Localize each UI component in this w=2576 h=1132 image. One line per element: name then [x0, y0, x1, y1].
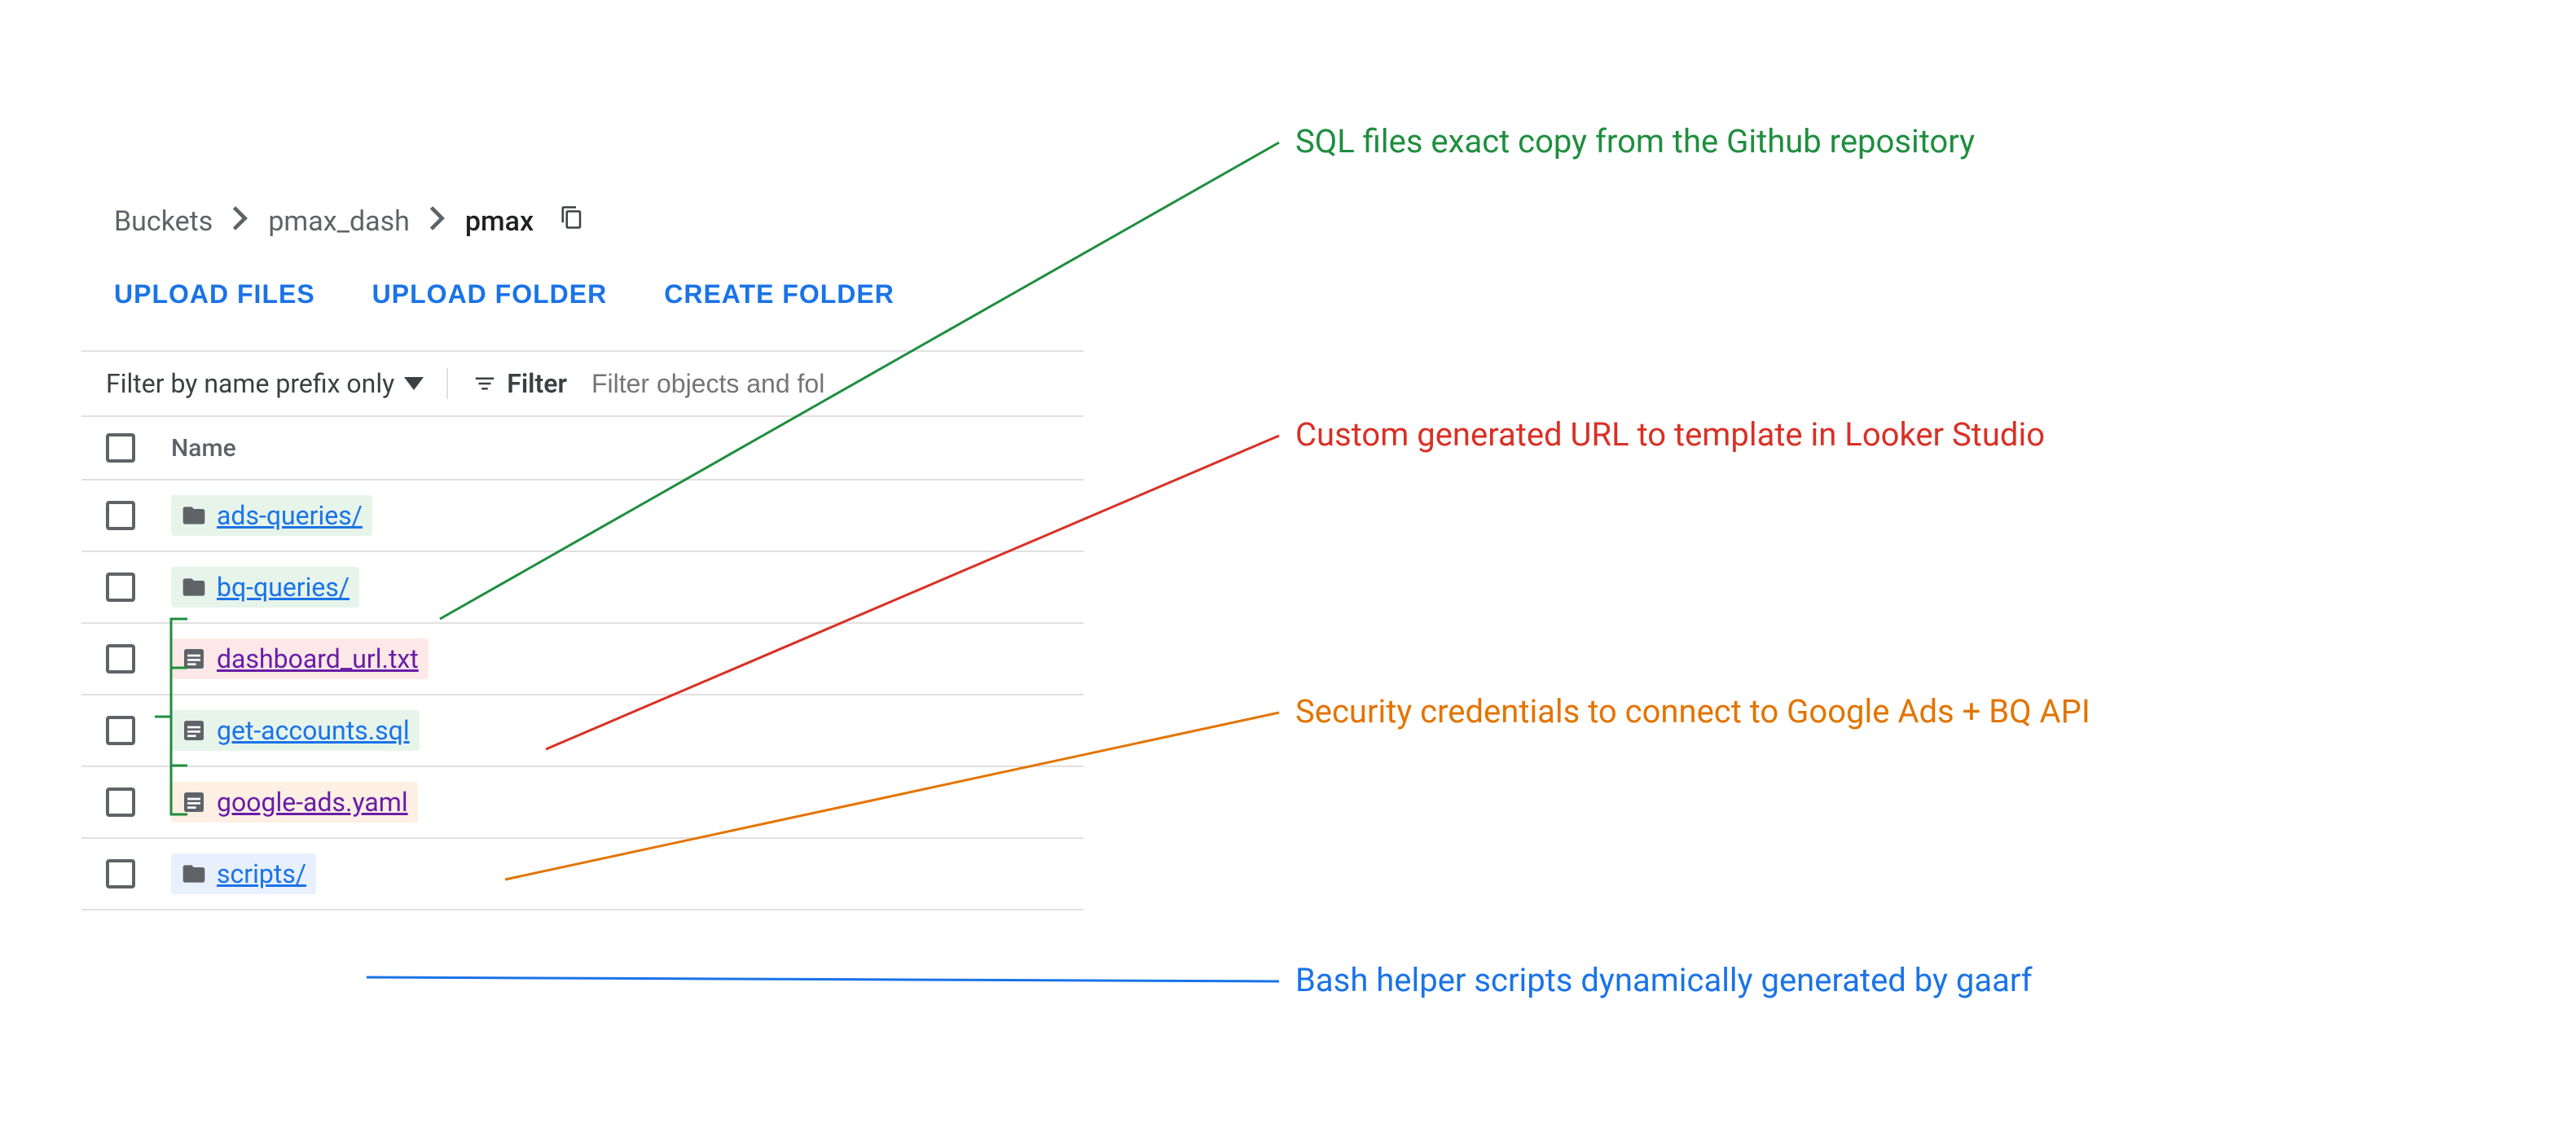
folder-icon: [181, 574, 207, 600]
filter-bar: Filter by name prefix only Filter: [81, 350, 1084, 417]
filter-text-label: Filter: [507, 368, 567, 399]
file-icon: [181, 717, 207, 744]
breadcrumb-current: pmax: [465, 205, 534, 238]
item-ads-queries: ads-queries/: [171, 495, 372, 536]
filter-icon: [473, 371, 497, 396]
copy-icon[interactable]: [560, 204, 584, 239]
item-bq-queries: bq-queries/: [171, 567, 359, 608]
item-link[interactable]: dashboard_url.txt: [217, 643, 419, 674]
table-header: Name: [81, 417, 1084, 480]
filter-button[interactable]: Filter: [473, 368, 567, 399]
item-link[interactable]: bq-queries/: [217, 572, 349, 603]
filter-dropdown[interactable]: Filter by name prefix only: [106, 368, 448, 399]
action-bar: UPLOAD FILES UPLOAD FOLDER CREATE FOLDER: [81, 279, 1084, 309]
create-folder-button[interactable]: CREATE FOLDER: [664, 279, 895, 309]
filter-dropdown-label: Filter by name prefix only: [106, 368, 394, 399]
upload-files-button[interactable]: UPLOAD FILES: [114, 279, 315, 309]
dropdown-triangle-icon: [404, 377, 424, 390]
folder-icon: [181, 502, 207, 529]
table-row: google-ads.yaml: [81, 767, 1084, 839]
breadcrumb-mid[interactable]: pmax_dash: [268, 205, 410, 238]
item-link[interactable]: scripts/: [217, 858, 306, 889]
item-scripts: scripts/: [171, 853, 316, 894]
filter-input[interactable]: [591, 369, 1059, 399]
upload-folder-button[interactable]: UPLOAD FOLDER: [372, 279, 608, 309]
annotation-sql: SQL files exact copy from the Github rep…: [1295, 122, 1975, 160]
row-checkbox[interactable]: [106, 716, 135, 745]
row-checkbox[interactable]: [106, 788, 135, 817]
item-google-ads-yaml: google-ads.yaml: [171, 782, 418, 823]
row-checkbox[interactable]: [106, 859, 135, 888]
column-header-name: Name: [171, 434, 236, 463]
file-icon: [181, 646, 207, 672]
row-checkbox[interactable]: [106, 501, 135, 530]
row-checkbox[interactable]: [106, 644, 135, 673]
folder-icon: [181, 861, 207, 887]
table-row: ads-queries/: [81, 480, 1084, 552]
row-checkbox[interactable]: [106, 573, 135, 602]
annotation-security: Security credentials to connect to Googl…: [1295, 692, 2090, 731]
table-row: bq-queries/: [81, 552, 1084, 624]
table-row: dashboard_url.txt: [81, 624, 1084, 695]
breadcrumb: Buckets pmax_dash pmax: [81, 204, 1084, 239]
table-row: get-accounts.sql: [81, 695, 1084, 767]
breadcrumb-root[interactable]: Buckets: [114, 205, 213, 238]
table-row: scripts/: [81, 839, 1084, 910]
diagram-container: Buckets pmax_dash pmax UPLOAD FILES UPLO…: [0, 0, 2576, 1132]
annotation-url: Custom generated URL to template in Look…: [1295, 415, 2045, 454]
item-link[interactable]: google-ads.yaml: [217, 787, 408, 818]
chevron-right-icon: [232, 206, 248, 237]
item-dashboard-url: dashboard_url.txt: [171, 638, 429, 679]
item-link[interactable]: get-accounts.sql: [217, 715, 410, 746]
item-get-accounts: get-accounts.sql: [171, 710, 420, 751]
chevron-right-icon: [429, 206, 446, 237]
item-link[interactable]: ads-queries/: [217, 500, 363, 531]
storage-browser-pane: Buckets pmax_dash pmax UPLOAD FILES UPLO…: [81, 204, 1084, 910]
select-all-checkbox[interactable]: [106, 433, 135, 463]
annotation-bash: Bash helper scripts dynamically generate…: [1295, 961, 2033, 999]
file-icon: [181, 789, 207, 815]
